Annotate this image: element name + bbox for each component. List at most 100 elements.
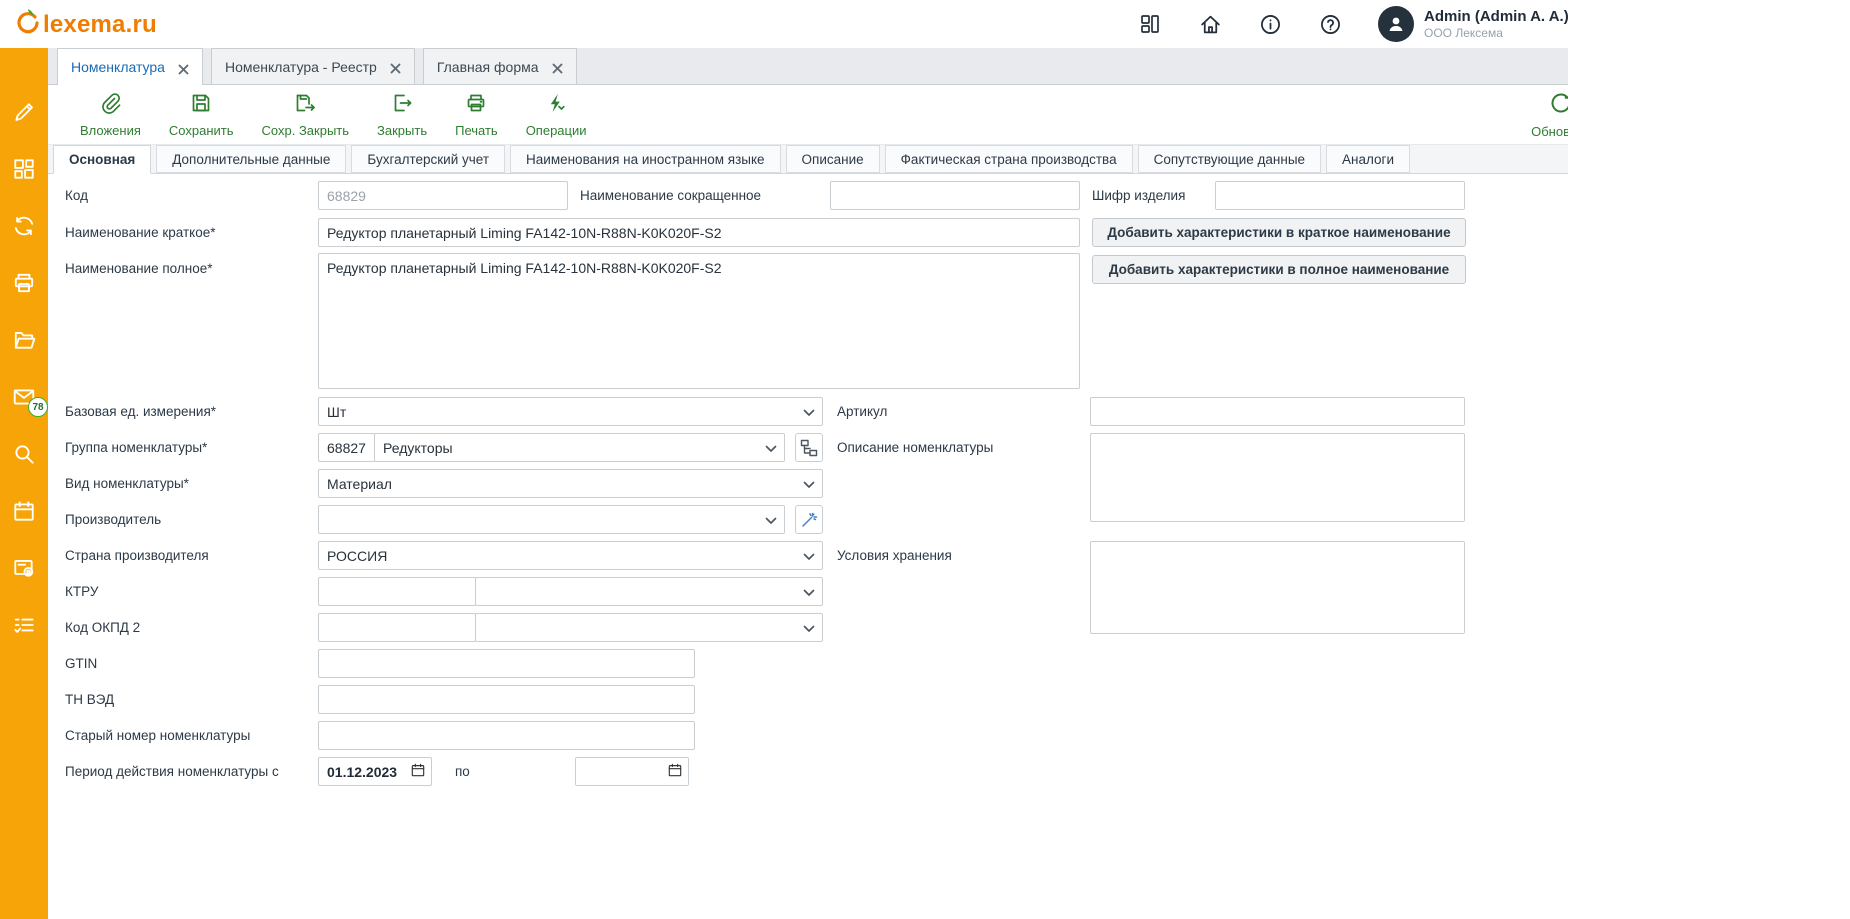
country-select[interactable]: РОССИЯ [318, 541, 823, 570]
form-tab-inostranny-yazyk[interactable]: Наименования на иностранном языке [510, 145, 781, 173]
ktru-select[interactable] [475, 577, 823, 606]
article-input[interactable] [1090, 397, 1465, 426]
paperclip-icon [98, 92, 122, 119]
top-header: lexema.ru Admin (Admin A. A.) ООО Лексем [0, 0, 1850, 48]
group-tree-button[interactable] [795, 433, 823, 462]
gtin-input[interactable] [318, 649, 695, 678]
sync-icon[interactable] [12, 214, 36, 238]
save-button[interactable]: Сохранить [155, 92, 248, 138]
chevron-down-icon [803, 548, 815, 564]
form-tab-dopolnitelnye[interactable]: Дополнительные данные [156, 145, 346, 173]
refresh-icon [1549, 91, 1568, 120]
tnved-label: ТН ВЭД [65, 685, 114, 714]
storage-label: Условия хранения [837, 541, 952, 570]
folder-icon[interactable] [12, 328, 36, 352]
window-tab-label: Главная форма [437, 59, 539, 75]
okpd2-code-input[interactable] [318, 613, 476, 642]
close-tab-icon[interactable] [178, 62, 189, 73]
manufacturer-wizard-button[interactable] [795, 505, 823, 534]
calendar-icon[interactable] [668, 763, 682, 780]
brief-name-input[interactable] [318, 218, 1080, 247]
close-tab-icon[interactable] [552, 61, 563, 72]
form-tab-strana-proizvodstva[interactable]: Фактическая страна производства [885, 145, 1133, 173]
form-tab-osnovnaya[interactable]: Основная [53, 145, 151, 174]
user-menu[interactable]: Admin (Admin A. A.) ООО Лексема [1378, 0, 1569, 48]
kind-select[interactable]: Материал [318, 469, 823, 498]
add-characteristics-brief-button[interactable]: Добавить характеристики в краткое наимен… [1092, 218, 1466, 247]
exit-door-icon [391, 92, 413, 119]
attachments-button[interactable]: Вложения [66, 92, 155, 138]
chevron-down-icon [803, 476, 815, 492]
add-characteristics-full-button[interactable]: Добавить характеристики в полное наимено… [1092, 255, 1466, 284]
window-tab-bar: Номенклатура Номенклатура - Реестр Главн… [48, 48, 1568, 85]
product-cipher-label: Шифр изделия [1092, 181, 1185, 210]
window-tab-label: Номенклатура [71, 59, 165, 75]
save-icon [190, 92, 212, 119]
apps-icon[interactable] [1138, 12, 1162, 36]
calendar-icon[interactable] [12, 499, 36, 523]
short-name-input[interactable] [830, 181, 1080, 210]
old-number-input[interactable] [318, 721, 695, 750]
home-icon[interactable] [1198, 12, 1222, 36]
left-sidebar: 78 [0, 48, 48, 919]
action-toolbar: Вложения Сохранить Сохр. Закрыть Закрыть… [48, 85, 1568, 145]
article-label: Артикул [837, 397, 887, 426]
refresh-button[interactable]: Обновить [1531, 91, 1568, 139]
save-close-icon [294, 92, 316, 119]
short-name-label: Наименование сокращенное [580, 181, 761, 210]
validity-period-label: Период действия номенклатуры с [65, 757, 279, 786]
ktru-code-input[interactable] [318, 577, 476, 606]
description-textarea[interactable] [1090, 433, 1465, 522]
country-label: Страна производителя [65, 541, 209, 570]
manufacturer-select[interactable] [318, 505, 785, 534]
base-unit-select[interactable]: Шт [318, 397, 823, 426]
tnved-input[interactable] [318, 685, 695, 714]
chevron-down-icon [803, 620, 815, 636]
brief-name-label: Наименование краткое* [65, 218, 215, 247]
chevron-down-icon [803, 584, 815, 600]
app-window: lexema.ru Admin (Admin A. A.) ООО Лексем [0, 0, 1850, 919]
edit-icon[interactable] [12, 100, 36, 124]
info-icon[interactable] [1258, 12, 1282, 36]
save-close-button[interactable]: Сохр. Закрыть [248, 92, 364, 138]
group-select[interactable]: Редукторы [374, 433, 785, 462]
calendar-icon[interactable] [411, 763, 425, 780]
full-name-textarea[interactable]: Редуктор планетарный Liming FA142-10N-R8… [318, 253, 1080, 389]
operations-button[interactable]: Операции [512, 92, 601, 138]
window-tab-nomenklatura[interactable]: Номенклатура [57, 48, 203, 85]
blocks-icon[interactable] [12, 157, 36, 181]
form-tab-opisanie[interactable]: Описание [786, 145, 880, 173]
help-icon[interactable] [1318, 12, 1342, 36]
chevron-down-icon [765, 440, 777, 456]
main-content: Номенклатура Номенклатура - Реестр Главн… [48, 48, 1568, 919]
product-cipher-input[interactable] [1215, 181, 1465, 210]
lexema-logo-icon [14, 7, 42, 42]
logo-text: lexema.ru [43, 11, 157, 39]
mail-badge: 78 [28, 397, 48, 417]
okpd2-select[interactable] [475, 613, 823, 642]
validity-to-date-input[interactable] [575, 757, 689, 786]
tasks-icon[interactable] [12, 613, 36, 637]
group-code-input[interactable] [318, 433, 375, 462]
storage-textarea[interactable] [1090, 541, 1465, 634]
lightning-icon [545, 92, 567, 119]
print-button[interactable]: Печать [441, 92, 512, 138]
print-queue-icon[interactable] [12, 271, 36, 295]
search-icon[interactable] [12, 442, 36, 466]
form-tab-analogi[interactable]: Аналоги [1326, 145, 1410, 173]
lexema-logo[interactable]: lexema.ru [14, 7, 157, 42]
mail-icon[interactable]: 78 [12, 385, 36, 409]
code-input[interactable] [318, 181, 568, 210]
form-tab-soputstvuyushchie[interactable]: Сопутствующие данные [1138, 145, 1321, 173]
close-button[interactable]: Закрыть [363, 92, 441, 138]
printer-icon [465, 92, 487, 119]
equipment-settings-icon[interactable] [12, 556, 36, 580]
form-tab-bar: Основная Дополнительные данные Бухгалтер… [48, 145, 1568, 174]
form-tab-buhuchet[interactable]: Бухгалтерский учет [351, 145, 505, 173]
base-unit-label: Базовая ед. измерения* [65, 397, 216, 426]
validity-from-date-input[interactable]: 01.12.2023 [318, 757, 432, 786]
code-label: Код [65, 181, 88, 210]
window-tab-glavnaya-forma[interactable]: Главная форма [423, 48, 577, 84]
close-tab-icon[interactable] [390, 61, 401, 72]
window-tab-nomenklatura-reestr[interactable]: Номенклатура - Реестр [211, 48, 415, 84]
